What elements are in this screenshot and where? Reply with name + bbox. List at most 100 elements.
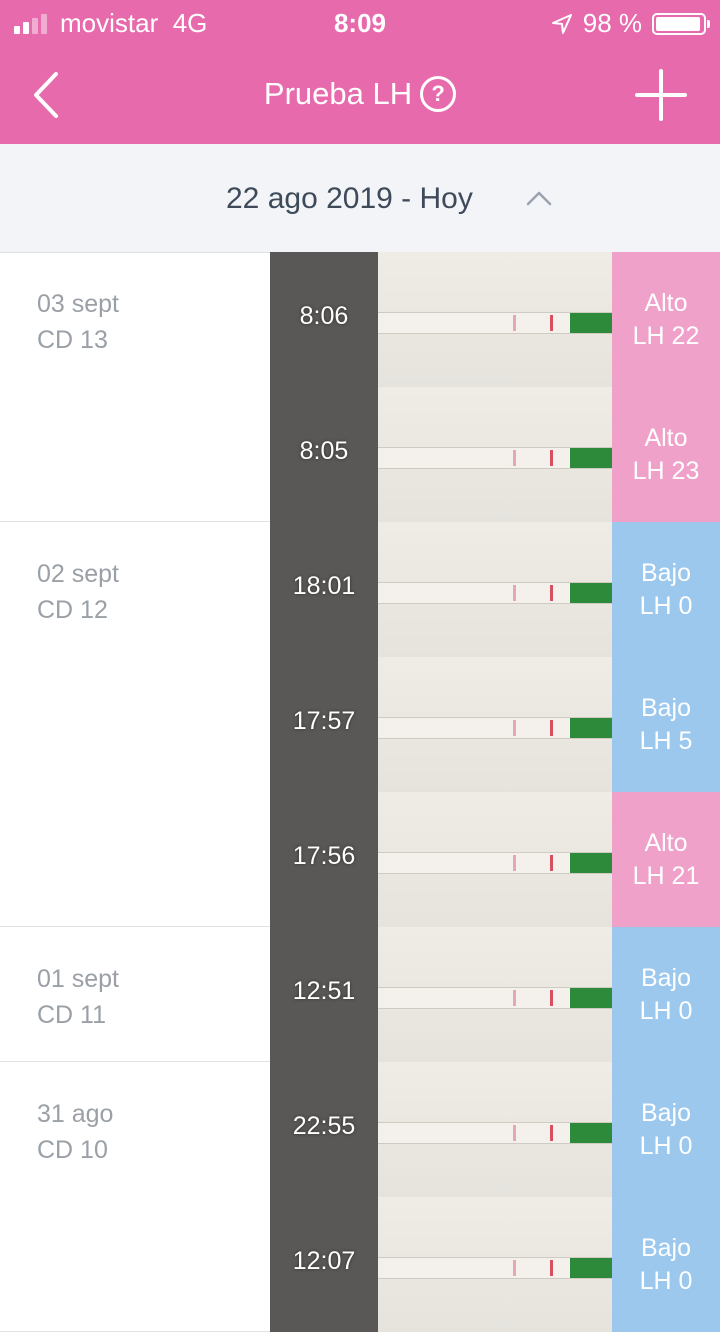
test-row[interactable]: MAXMAX 17:57 Bajo LH 5 — [270, 657, 720, 792]
result-level: Bajo — [640, 964, 692, 992]
test-result: Bajo LH 0 — [612, 927, 720, 1062]
test-line — [550, 855, 553, 871]
test-strip: MAXMAX — [378, 582, 612, 604]
page-title: Prueba LH? — [0, 76, 720, 112]
cycle-day: CD 12 — [37, 596, 108, 624]
result-lh: LH 21 — [632, 862, 700, 890]
day-date: 02 sept — [37, 560, 120, 588]
test-line — [550, 585, 553, 601]
page-title-text: Prueba LH — [263, 76, 413, 111]
result-lh: LH 23 — [632, 457, 700, 485]
cycle-day: CD 13 — [37, 326, 108, 354]
test-result: Bajo LH 0 — [612, 1197, 720, 1332]
day-label: 31 ago CD 10 — [37, 1096, 113, 1168]
battery-icon — [652, 12, 710, 35]
strip-handle — [570, 1258, 612, 1278]
day-label: 03 sept CD 13 — [37, 286, 119, 358]
day-group: 03 sept CD 13 MAXMAX 8:06 Alto LH 22 MAXMAX 8:0… — [0, 252, 720, 522]
day-date: 31 ago — [37, 1100, 114, 1128]
result-level: Bajo — [640, 1234, 692, 1262]
test-result: Bajo LH 0 — [612, 522, 720, 657]
date-range-label: 22 ago 2019 - Hoy — [226, 182, 473, 215]
status-bar: movistar 4G 8:09 98 % — [0, 0, 720, 46]
test-time: 18:01 — [292, 572, 356, 600]
test-result: Alto LH 22 — [612, 252, 720, 387]
strip-handle — [570, 718, 612, 738]
test-strip: MAXMAX — [378, 852, 612, 874]
test-line — [550, 1125, 553, 1141]
nav-bar: Prueba LH? — [0, 46, 720, 144]
test-strip: MAXMAX — [378, 312, 612, 334]
add-button[interactable] — [634, 68, 688, 122]
test-strip-photo: MAXMAX — [378, 1197, 612, 1332]
test-row[interactable]: MAXMAX 22:55 Bajo LH 0 — [270, 1062, 720, 1197]
strip-handle — [570, 448, 612, 468]
control-line — [513, 1125, 516, 1141]
control-line — [513, 990, 516, 1006]
result-lh: LH 0 — [639, 997, 693, 1025]
test-time: 12:07 — [292, 1247, 356, 1275]
control-line — [513, 1260, 516, 1276]
test-result: Bajo LH 0 — [612, 1062, 720, 1197]
test-line — [550, 720, 553, 736]
test-strip: MAXMAX — [378, 717, 612, 739]
question-circle-icon[interactable]: ? — [420, 76, 457, 112]
control-line — [513, 855, 516, 871]
result-level: Alto — [644, 289, 688, 317]
test-row[interactable]: MAXMAX 8:06 Alto LH 22 — [270, 252, 720, 387]
test-row[interactable]: MAXMAX 17:56 Alto LH 21 — [270, 792, 720, 927]
result-lh: LH 5 — [639, 727, 693, 755]
test-row[interactable]: MAXMAX 18:01 Bajo LH 0 — [270, 522, 720, 657]
test-time: 8:05 — [299, 437, 349, 465]
test-time: 22:55 — [292, 1112, 356, 1140]
day-date: 01 sept — [37, 965, 120, 993]
test-time: 12:51 — [292, 977, 356, 1005]
control-line — [513, 450, 516, 466]
result-level: Bajo — [640, 694, 692, 722]
result-lh: LH 22 — [632, 322, 700, 350]
date-range-header[interactable]: 22 ago 2019 - Hoy — [0, 144, 720, 253]
result-level: Alto — [644, 829, 688, 857]
day-label: 01 sept CD 11 — [37, 961, 119, 1033]
test-strip-photo: MAXMAX — [378, 387, 612, 522]
battery-percent: 98 % — [582, 8, 642, 38]
test-strip-photo: MAXMAX — [378, 522, 612, 657]
test-list: 03 sept CD 13 MAXMAX 8:06 Alto LH 22 MAXMAX 8:0… — [0, 252, 720, 1332]
day-group: 01 sept CD 11 MAXMAX 12:51 Bajo LH 0 — [0, 927, 720, 1062]
day-label: 02 sept CD 12 — [37, 556, 119, 628]
test-result: Alto LH 23 — [612, 387, 720, 522]
test-strip: MAXMAX — [378, 987, 612, 1009]
test-line — [550, 450, 553, 466]
test-row[interactable]: MAXMAX 12:07 Bajo LH 0 — [270, 1197, 720, 1332]
test-row[interactable]: MAXMAX 12:51 Bajo LH 0 — [270, 927, 720, 1062]
test-line — [550, 315, 553, 331]
test-strip: MAXMAX — [378, 1257, 612, 1279]
day-date: 03 sept — [37, 290, 120, 318]
strip-handle — [570, 313, 612, 333]
location-icon — [551, 13, 572, 34]
test-time: 17:57 — [292, 707, 356, 735]
result-level: Bajo — [640, 1099, 692, 1127]
test-strip-photo: MAXMAX — [378, 927, 612, 1062]
day-group: 31 ago CD 10 MAXMAX 22:55 Bajo LH 0 MAXMAX 12:0… — [0, 1062, 720, 1332]
strip-handle — [570, 1123, 612, 1143]
test-strip-photo: MAXMAX — [378, 657, 612, 792]
strip-handle — [570, 583, 612, 603]
day-group: 02 sept CD 12 MAXMAX 18:01 Bajo LH 0 MAXMAX 17:… — [0, 522, 720, 927]
chevron-up-icon[interactable] — [526, 190, 552, 206]
test-line — [550, 990, 553, 1006]
test-result: Alto LH 21 — [612, 792, 720, 927]
control-line — [513, 720, 516, 736]
strip-handle — [570, 853, 612, 873]
test-strip: MAXMAX — [378, 447, 612, 469]
result-lh: LH 0 — [639, 1267, 693, 1295]
test-strip-photo: MAXMAX — [378, 1062, 612, 1197]
test-strip: MAXMAX — [378, 1122, 612, 1144]
result-lh: LH 0 — [639, 1132, 693, 1160]
test-strip-photo: MAXMAX — [378, 792, 612, 927]
result-lh: LH 0 — [639, 592, 693, 620]
test-row[interactable]: MAXMAX 8:05 Alto LH 23 — [270, 387, 720, 522]
test-line — [550, 1260, 553, 1276]
control-line — [513, 315, 516, 331]
cycle-day: CD 11 — [37, 1001, 107, 1029]
